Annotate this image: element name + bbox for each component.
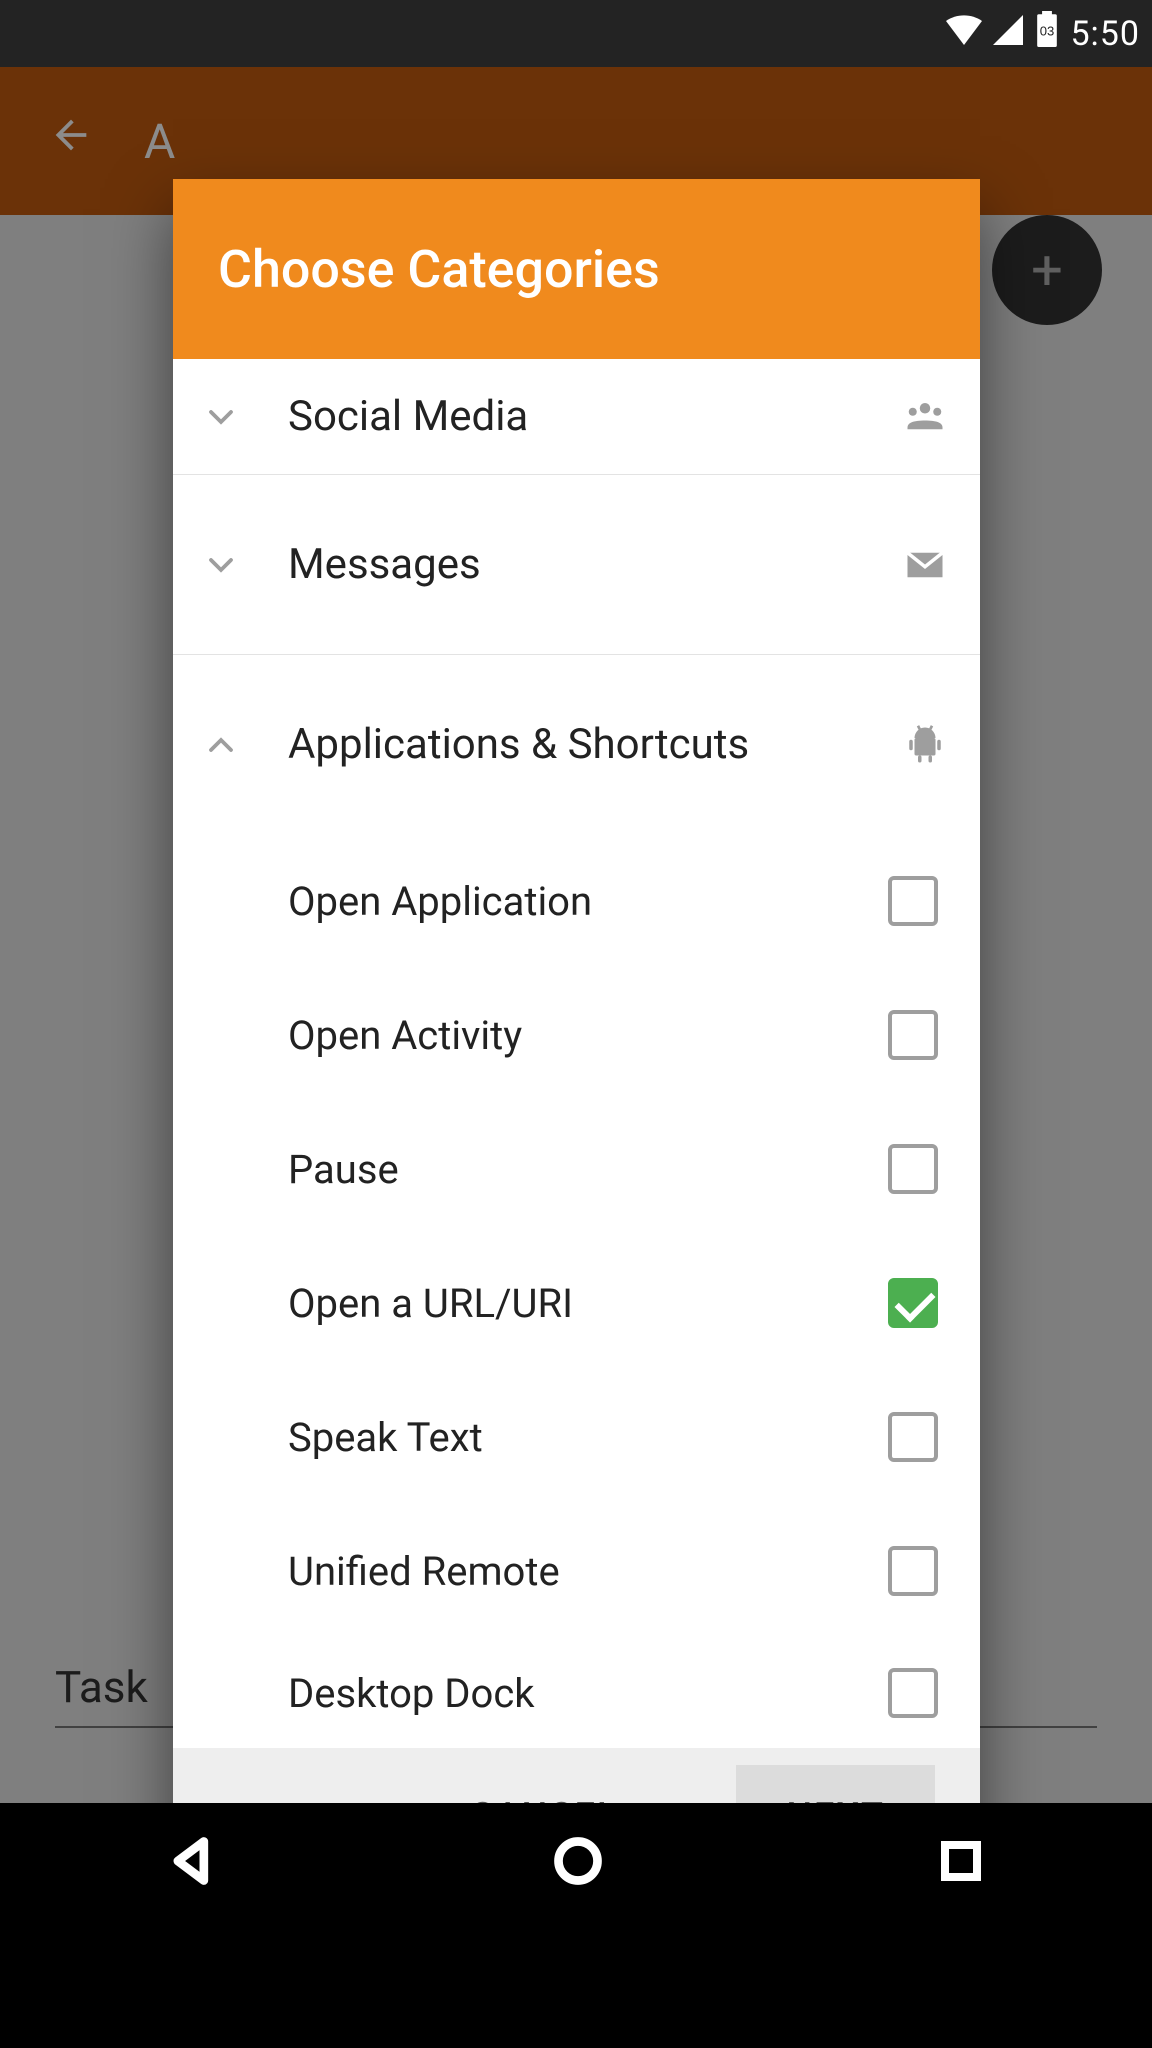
- sub-item-label: Desktop Dock: [288, 1670, 888, 1717]
- sub-item-desktop-dock[interactable]: Desktop Dock: [173, 1638, 980, 1748]
- checkbox[interactable]: [888, 876, 938, 926]
- phone-frame: 03 5:50 A + Task Choose Categories: [0, 0, 1152, 1923]
- status-time: 5:50: [1070, 14, 1140, 54]
- checkbox[interactable]: [888, 1412, 938, 1462]
- sub-item-pause[interactable]: Pause: [173, 1102, 980, 1236]
- sub-item-label: Open a URL/URI: [288, 1280, 888, 1327]
- sub-item-label: Open Application: [288, 878, 888, 925]
- checkbox[interactable]: [888, 1668, 938, 1718]
- chevron-down-icon: [193, 402, 248, 432]
- category-label: Social Media: [248, 392, 900, 441]
- sub-item-label: Pause: [288, 1146, 888, 1193]
- nav-bar: [0, 1803, 1152, 1923]
- dialog-header: Choose Categories: [173, 179, 980, 359]
- svg-text:03: 03: [1040, 24, 1055, 39]
- dialog-title: Choose Categories: [218, 239, 660, 300]
- sub-item-label: Speak Text: [288, 1414, 888, 1461]
- checkbox[interactable]: [888, 1546, 938, 1596]
- nav-home-icon[interactable]: [552, 1835, 604, 1891]
- checkbox[interactable]: [888, 1144, 938, 1194]
- social-icon: [900, 396, 950, 438]
- wifi-icon: [946, 14, 982, 54]
- sub-item-label: Open Activity: [288, 1012, 888, 1059]
- nav-back-icon[interactable]: [167, 1835, 219, 1891]
- checkbox-checked[interactable]: [888, 1278, 938, 1328]
- chevron-down-icon: [193, 550, 248, 580]
- mail-icon: [900, 544, 950, 586]
- choose-categories-dialog: Choose Categories Social Media: [173, 179, 980, 1883]
- category-label: Applications & Shortcuts: [248, 720, 900, 769]
- category-social-media[interactable]: Social Media: [173, 359, 980, 474]
- dialog-body: Social Media Messages: [173, 359, 980, 1748]
- category-applications-shortcuts[interactable]: Applications & Shortcuts: [173, 654, 980, 834]
- sub-item-unified-remote[interactable]: Unified Remote: [173, 1504, 980, 1638]
- sub-item-open-activity[interactable]: Open Activity: [173, 968, 980, 1102]
- checkbox[interactable]: [888, 1010, 938, 1060]
- sub-item-open-url-uri[interactable]: Open a URL/URI: [173, 1236, 980, 1370]
- nav-recent-icon[interactable]: [937, 1837, 985, 1889]
- battery-icon: 03: [1034, 11, 1060, 56]
- status-bar: 03 5:50: [0, 0, 1152, 67]
- sub-item-open-application[interactable]: Open Application: [173, 834, 980, 968]
- sub-category-list: Open Application Open Activity Pause Ope…: [173, 834, 980, 1748]
- cell-signal-icon: [992, 14, 1024, 54]
- category-label: Messages: [248, 540, 900, 589]
- sub-item-speak-text[interactable]: Speak Text: [173, 1370, 980, 1504]
- sub-item-label: Unified Remote: [288, 1548, 888, 1595]
- category-messages[interactable]: Messages: [173, 474, 980, 654]
- chevron-up-icon: [193, 730, 248, 760]
- app-content: A + Task Choose Categories Social Media: [0, 67, 1152, 1923]
- android-icon: [900, 724, 950, 766]
